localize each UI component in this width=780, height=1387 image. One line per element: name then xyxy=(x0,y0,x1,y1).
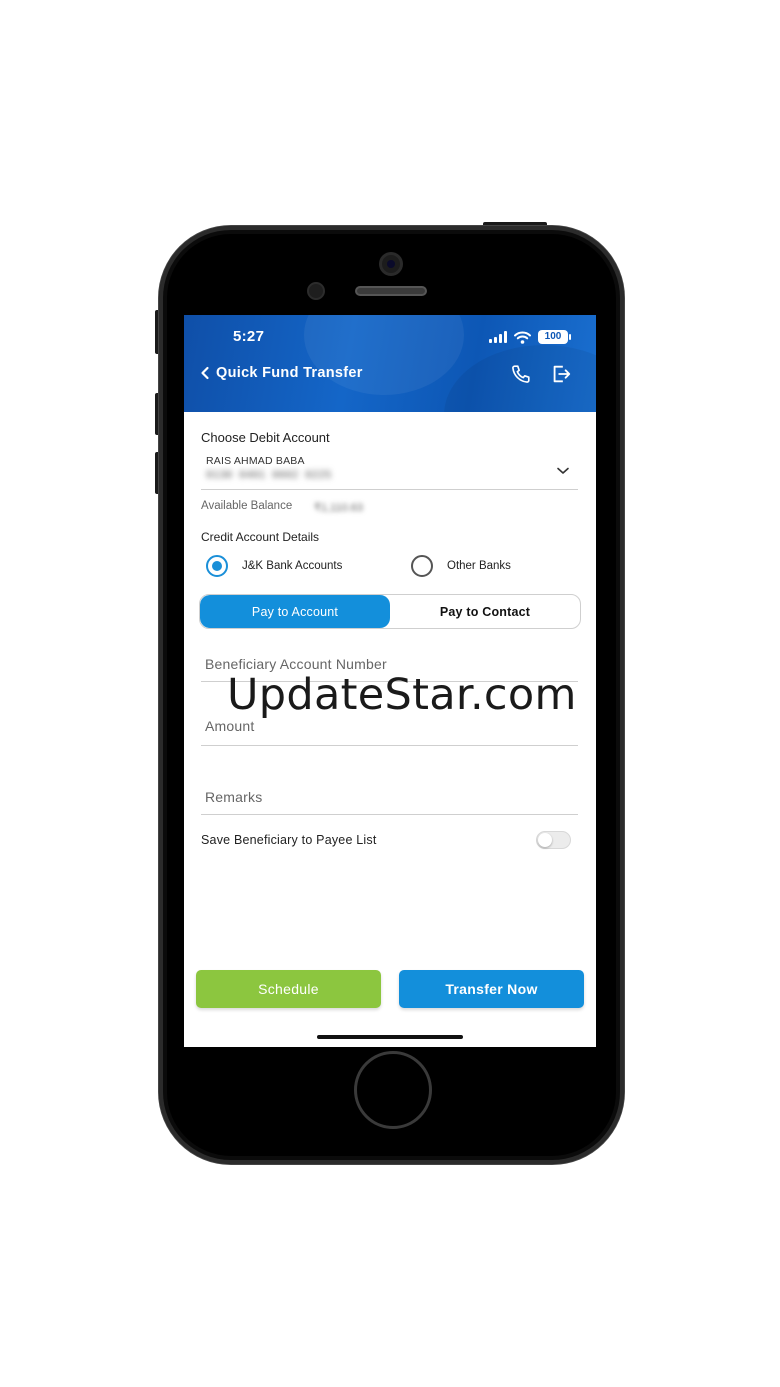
status-icons: 100 xyxy=(489,330,571,344)
amount-input[interactable]: Amount xyxy=(205,718,254,734)
radio-button-unselected[interactable] xyxy=(411,555,433,577)
status-time: 5:27 xyxy=(233,328,265,345)
radio-jk-bank-accounts[interactable]: J&K Bank Accounts xyxy=(206,555,342,577)
debit-account-number[interactable]: 0130 0401 0602 0225 xyxy=(206,470,331,482)
account-holder-name: RAIS AHMAD BABA xyxy=(206,455,305,467)
chevron-left-icon xyxy=(201,366,209,380)
tab-pay-to-contact[interactable]: Pay to Contact xyxy=(390,595,580,628)
header-actions xyxy=(510,363,572,385)
remarks-input[interactable]: Remarks xyxy=(205,789,262,805)
debit-account-divider xyxy=(201,489,578,490)
available-balance-label: Available Balance xyxy=(201,500,293,512)
radio-other-banks[interactable]: Other Banks xyxy=(411,555,511,577)
remarks-input-underline xyxy=(201,814,578,815)
tab-pay-to-account[interactable]: Pay to Account xyxy=(200,595,390,628)
watermark-text: UpdateStar.com xyxy=(227,670,577,720)
header-decoration xyxy=(304,315,464,395)
available-balance-value: ₹1,110.63 xyxy=(314,502,364,514)
toggle-knob xyxy=(538,833,552,847)
proximity-sensor-icon xyxy=(307,282,325,300)
chevron-down-icon[interactable] xyxy=(556,466,570,476)
phone-icon[interactable] xyxy=(510,363,532,385)
transfer-now-button[interactable]: Transfer Now xyxy=(399,970,584,1008)
wifi-icon xyxy=(514,331,531,344)
battery-icon: 100 xyxy=(538,330,571,344)
amount-input-underline xyxy=(201,745,578,746)
app-screen: 5:27 100 Quick Fund Transfer Choose Debi… xyxy=(184,315,596,1047)
page-title: Quick Fund Transfer xyxy=(216,365,363,381)
signal-icon xyxy=(489,331,507,343)
logout-icon[interactable] xyxy=(550,363,572,385)
app-header: 5:27 100 Quick Fund Transfer xyxy=(184,315,596,412)
schedule-button[interactable]: Schedule xyxy=(196,970,381,1008)
radio-label-other-banks: Other Banks xyxy=(447,560,511,572)
radio-label-jk-bank: J&K Bank Accounts xyxy=(242,560,343,572)
debit-account-title: Choose Debit Account xyxy=(201,430,330,445)
home-indicator[interactable] xyxy=(317,1035,463,1039)
pay-mode-segmented-control: Pay to Account Pay to Contact xyxy=(199,594,581,629)
save-beneficiary-toggle[interactable] xyxy=(536,831,571,849)
front-camera-icon xyxy=(379,252,403,276)
radio-button-selected[interactable] xyxy=(206,555,228,577)
home-button[interactable] xyxy=(354,1051,432,1129)
nav-back-button[interactable]: Quick Fund Transfer xyxy=(200,365,363,381)
credit-details-title: Credit Account Details xyxy=(201,530,320,544)
earpiece-speaker-icon xyxy=(355,286,427,296)
save-beneficiary-label: Save Beneficiary to Payee List xyxy=(201,833,377,847)
